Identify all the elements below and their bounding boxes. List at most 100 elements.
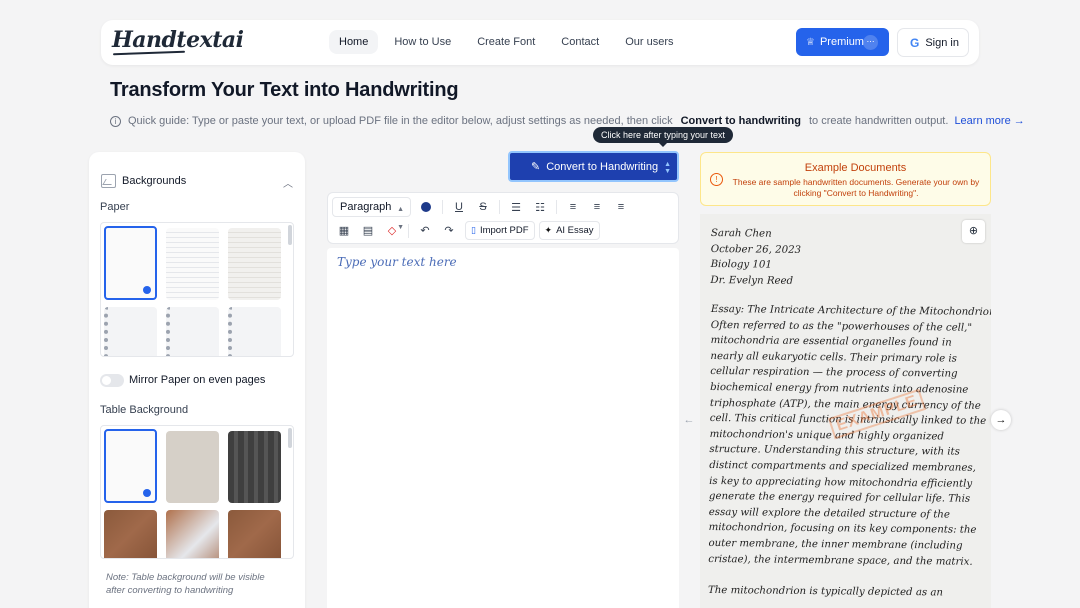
- settings-panel: Backgrounds ︿ Paper 🔒 🔒 🔒 Mirror Paper o…: [89, 152, 305, 608]
- editor-toolbar: Paragraph ▲ ▼ U S ☰ ☷ ≡ ≡ ≡ ▦ ▤ ◇ ↶ ↷ ▯ I…: [327, 192, 679, 244]
- updown-icon: ▲ ▼: [664, 161, 671, 175]
- handwritten-line: Biology 101: [710, 259, 772, 271]
- page-title: Transform Your Text into Handwriting: [110, 79, 459, 101]
- handwritten-line: October 26, 2023: [710, 243, 802, 256]
- nav-link-how-to-use[interactable]: How to Use: [384, 30, 461, 54]
- google-icon: G: [910, 35, 920, 50]
- previous-button[interactable]: ←: [679, 410, 699, 430]
- selected-indicator: [143, 286, 151, 294]
- table-option-desk[interactable]: 🔒: [166, 510, 219, 558]
- redo-icon[interactable]: ↷: [437, 224, 461, 237]
- separator: [442, 200, 443, 214]
- paper-option-lined-cream[interactable]: [228, 228, 281, 300]
- separator: [556, 200, 557, 214]
- sparkle-icon: ✦: [544, 225, 553, 235]
- convert-label: Convert to Handwriting: [546, 160, 659, 173]
- selected-indicator: [143, 489, 151, 497]
- chevron-up-icon[interactable]: ︿: [283, 175, 293, 190]
- preview-body-lines: Essay: The Intricate Architecture of the…: [708, 302, 991, 601]
- mirror-paper-toggle[interactable]: [100, 374, 124, 387]
- table-option-wood[interactable]: 🔒: [104, 510, 157, 558]
- paper-option-spiral-cream[interactable]: 🔒: [228, 307, 281, 356]
- paper-option-plain[interactable]: [104, 226, 157, 300]
- table-scrollbar[interactable]: [288, 428, 292, 448]
- premium-button[interactable]: ♕ Premium ⋯: [796, 28, 889, 56]
- paper-option-spiral[interactable]: 🔒: [104, 307, 157, 356]
- example-text: These are sample handwritten documents. …: [732, 177, 980, 198]
- sign-in-label: Sign in: [925, 36, 959, 49]
- alert-icon: !: [710, 173, 723, 186]
- premium-label: Premium: [819, 36, 864, 48]
- table-option-dark-wood[interactable]: [228, 431, 281, 503]
- pen-icon: ✎: [531, 161, 541, 173]
- info-icon: i: [110, 115, 121, 127]
- example-notice: ! Example Documents These are sample han…: [700, 152, 991, 206]
- table-option-wood-dark[interactable]: 🔒: [228, 510, 281, 558]
- guide-suffix: to create handwritten output.: [809, 115, 949, 127]
- strikethrough-icon[interactable]: S: [471, 201, 495, 213]
- table-option-plain[interactable]: [104, 429, 157, 503]
- preview-header-lines: Sarah Chen October 26, 2023 Biology 101 Dr.…: [710, 226, 801, 289]
- table-background-note: Note: Table background will be visible a…: [106, 572, 265, 596]
- undo-icon[interactable]: ↶: [413, 224, 437, 237]
- nav-link-contact[interactable]: Contact: [551, 30, 609, 54]
- bullet-list-icon[interactable]: ☰: [504, 201, 528, 214]
- text-color-picker[interactable]: [421, 202, 431, 212]
- pdf-icon: ▯: [471, 225, 476, 235]
- handwritten-line: cristae), the intermembrane space, and t…: [708, 553, 973, 568]
- zoom-icon: ⊕: [968, 225, 979, 237]
- align-right-icon[interactable]: ≡: [609, 201, 633, 213]
- text-editor[interactable]: Type your text here: [327, 248, 679, 608]
- editor-placeholder: Type your text here: [337, 255, 457, 269]
- handwritten-line: Sarah Chen: [710, 227, 772, 240]
- handwritten-line: The mitochondrion is typically depicted …: [707, 584, 944, 599]
- backgrounds-title: Backgrounds: [122, 175, 187, 187]
- sign-in-button[interactable]: G Sign in: [897, 28, 969, 57]
- zoom-in-button[interactable]: ⊕: [962, 220, 985, 243]
- example-title: Example Documents: [804, 162, 907, 174]
- paper-scrollbar[interactable]: [288, 225, 292, 245]
- nav-links: Home How to Use Create Font Contact Our …: [329, 30, 690, 54]
- paragraph-select[interactable]: Paragraph ▲ ▼: [332, 197, 411, 231]
- separator: [408, 223, 409, 238]
- paper-grid: 🔒 🔒 🔒: [100, 222, 294, 357]
- handwriting-preview: Sarah Chen October 26, 2023 Biology 101 Dr.…: [700, 214, 991, 608]
- table-option-beige[interactable]: [166, 431, 219, 503]
- numbered-list-icon[interactable]: ☷: [528, 201, 552, 214]
- arrow-left-icon: ←: [683, 414, 695, 426]
- paper-label: Paper: [100, 201, 130, 213]
- logo[interactable]: Handtextai: [112, 27, 244, 53]
- table-icon[interactable]: ▦: [332, 224, 356, 237]
- arrow-right-icon: →: [995, 414, 1007, 426]
- quick-guide: i Quick guide: Type or paste your text, …: [110, 115, 1025, 127]
- underline-icon[interactable]: U: [447, 201, 471, 213]
- nav-link-home[interactable]: Home: [329, 30, 379, 54]
- mirror-paper-label: Mirror Paper on even pages: [129, 374, 266, 386]
- guide-text: Quick guide: Type or paste your text, or…: [128, 115, 673, 127]
- toolbar-row-format: Paragraph ▲ ▼ U S ☰ ☷ ≡ ≡ ≡: [332, 197, 633, 231]
- guide-convert-reference: Convert to handwriting: [680, 115, 801, 127]
- next-button[interactable]: →: [991, 410, 1011, 430]
- nav-link-create-font[interactable]: Create Font: [467, 30, 545, 54]
- crown-icon: ♕: [806, 36, 815, 48]
- more-icon: ⋯: [863, 35, 878, 50]
- table-background-label: Table Background: [100, 404, 189, 416]
- align-center-icon[interactable]: ≡: [585, 201, 609, 213]
- document-icon[interactable]: ▤: [356, 224, 380, 237]
- nav-link-our-users[interactable]: Our users: [615, 30, 683, 54]
- eraser-icon[interactable]: ◇: [380, 224, 404, 237]
- import-pdf-label: Import PDF: [479, 225, 529, 236]
- paper-option-lined[interactable]: [166, 228, 219, 300]
- table-background-grid: 🔒 🔒 🔒: [100, 425, 294, 559]
- paper-option-spiral-lined[interactable]: 🔒: [166, 307, 219, 356]
- learn-more-link[interactable]: Learn more →: [954, 115, 1024, 127]
- image-icon: [101, 174, 116, 188]
- paragraph-select-value: Paragraph: [340, 201, 392, 213]
- import-pdf-button[interactable]: ▯ Import PDF: [465, 221, 535, 240]
- convert-button[interactable]: ✎ Convert to Handwriting ▲ ▼: [508, 151, 679, 182]
- handwritten-line: Dr. Evelyn Reed: [710, 274, 794, 287]
- backgrounds-header[interactable]: Backgrounds: [101, 174, 186, 188]
- align-left-icon[interactable]: ≡: [561, 201, 585, 213]
- ai-essay-button[interactable]: ✦ AI Essay: [538, 221, 600, 240]
- convert-tooltip: Click here after typing your text: [593, 127, 733, 147]
